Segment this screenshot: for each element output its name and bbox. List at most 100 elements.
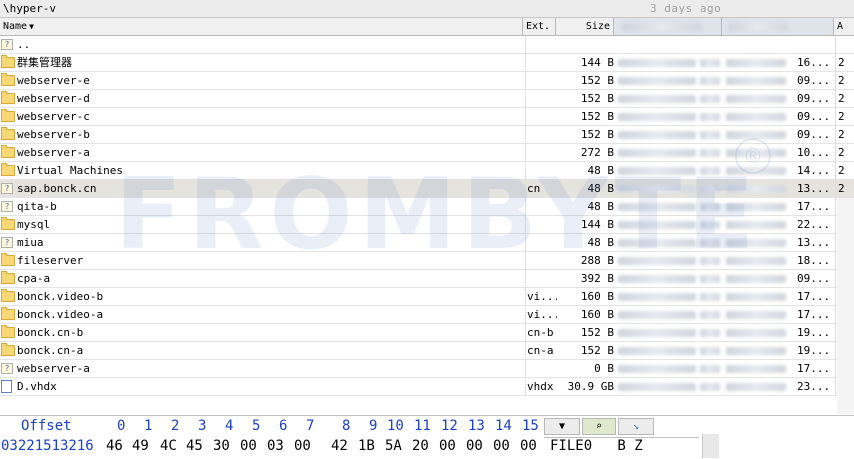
table-row[interactable]: ? qita-b 48 B 17... [0, 198, 854, 216]
jump-arrow-icon[interactable]: ↘ [618, 418, 654, 435]
file-ext: cn [525, 180, 557, 198]
redacted-date [726, 113, 786, 121]
redacted-date [700, 293, 720, 301]
hex-column-label: 8 [342, 418, 351, 434]
redacted-date [618, 221, 696, 229]
hex-column-label: 3 [198, 418, 207, 434]
redacted-date [618, 59, 696, 67]
table-row[interactable]: bonck.video-a vi... 160 B 17... [0, 306, 854, 324]
table-row[interactable]: webserver-e 152 B 09... 2 [0, 72, 854, 90]
column-modified-header[interactable] [722, 18, 834, 35]
file-size: 30.9 GB [567, 380, 614, 393]
file-ext [525, 90, 557, 108]
file-date-tail: 09... [797, 92, 831, 105]
ascii-view[interactable]: FILE0 B Z [544, 437, 699, 459]
redacted-date [618, 77, 696, 85]
hex-byte[interactable]: 46 [106, 438, 123, 454]
file-list[interactable]: ?.. 群集管理器 144 B 16... 2 webserver-e 152 B 09...… [0, 36, 854, 414]
unknown-folder-icon: ? [1, 237, 13, 248]
redacted-date [618, 293, 696, 301]
file-size: 152 B [580, 92, 614, 105]
table-row[interactable]: bonck.video-b vi... 160 B 17... [0, 288, 854, 306]
column-size-header[interactable]: Size [556, 18, 614, 35]
hex-byte[interactable]: 20 [412, 438, 429, 454]
table-row[interactable]: webserver-c 152 B 09... 2 [0, 108, 854, 126]
table-row[interactable]: ? webserver-a 0 B 17... [0, 360, 854, 378]
file-ext [525, 216, 557, 234]
table-row[interactable]: ? miua 48 B 13... [0, 234, 854, 252]
file-size: 48 B [587, 182, 615, 195]
folder-icon [1, 163, 15, 176]
table-row[interactable]: D.vhdx vhdx 30.9 GB 23... [0, 378, 854, 396]
table-row[interactable]: Virtual Machines 48 B 14... 2 [0, 162, 854, 180]
hex-byte[interactable]: 30 [213, 438, 230, 454]
file-name: webserver-e [17, 74, 90, 87]
file-size: 48 B [587, 200, 615, 213]
file-ext [525, 36, 557, 54]
redacted-date [618, 131, 696, 139]
file-size: 48 B [587, 236, 615, 249]
hex-byte[interactable]: 00 [493, 438, 510, 454]
table-row[interactable]: cpa-a 392 B 09... [0, 270, 854, 288]
file-ext [525, 126, 557, 144]
table-row[interactable]: webserver-a 272 B 10... 2 [0, 144, 854, 162]
file-date-tail: 09... [797, 128, 831, 141]
hex-byte[interactable]: 00 [240, 438, 257, 454]
hex-toolbar: ▼ ⌕ ↘ [544, 418, 654, 436]
redacted-date [726, 329, 786, 337]
redacted-date [700, 239, 720, 247]
column-name-header[interactable]: Name ▼ [0, 18, 523, 35]
file-date-tail: 09... [797, 74, 831, 87]
redacted-date [618, 167, 696, 175]
file-date-tail: 13... [797, 236, 831, 249]
redacted-date [726, 59, 786, 67]
hex-byte[interactable]: 03 [267, 438, 284, 454]
file-attr [835, 36, 854, 54]
hex-byte[interactable]: 00 [439, 438, 456, 454]
redacted-date [726, 221, 786, 229]
table-row[interactable]: ?.. [0, 36, 854, 54]
hex-byte[interactable]: 4C [160, 438, 177, 454]
column-ext-header[interactable]: Ext. [523, 18, 556, 35]
hex-byte[interactable]: 42 [331, 438, 348, 454]
folder-icon [1, 73, 15, 86]
table-row[interactable]: ? sap.bonck.cn cn 48 B 13... 2 [0, 180, 854, 198]
hex-column-label: 12 [441, 418, 458, 434]
file-ext [525, 252, 557, 270]
file-ext [525, 360, 557, 378]
redacted-date [726, 383, 786, 391]
table-row[interactable]: 群集管理器 144 B 16... 2 [0, 54, 854, 72]
table-row[interactable]: bonck.cn-a cn-a 152 B 19... [0, 342, 854, 360]
hex-byte[interactable]: 5A [385, 438, 402, 454]
hex-panel: Offset 0 1 2 3 4 5 6 7 8 9 10 11 12 13 14 15 ▼ ⌕ ↘ 0322… [0, 415, 854, 458]
file-size: 152 B [580, 128, 614, 141]
hex-byte[interactable]: 45 [186, 438, 203, 454]
folder-icon [1, 109, 15, 122]
file-size: 152 B [580, 74, 614, 87]
hex-scrollbar[interactable] [702, 434, 719, 458]
redacted-date [700, 311, 720, 319]
file-date-tail: 17... [797, 308, 831, 321]
hex-byte[interactable]: 00 [294, 438, 311, 454]
hex-byte[interactable]: 49 [132, 438, 149, 454]
hex-byte[interactable]: 00 [466, 438, 483, 454]
redacted-date [726, 203, 786, 211]
table-row[interactable]: fileserver 288 B 18... [0, 252, 854, 270]
hex-column-label: 0 [117, 418, 126, 434]
file-attr: 2 [835, 54, 854, 72]
search-icon[interactable]: ⌕ [582, 418, 616, 435]
redacted-date [700, 113, 720, 121]
dropdown-icon[interactable]: ▼ [544, 418, 580, 435]
hex-byte[interactable]: 1B [358, 438, 375, 454]
table-row[interactable]: webserver-d 152 B 09... 2 [0, 90, 854, 108]
folder-icon [1, 271, 15, 284]
column-created-header[interactable] [614, 18, 722, 35]
table-row[interactable]: bonck.cn-b cn-b 152 B 19... [0, 324, 854, 342]
relative-time: 3 days ago [650, 2, 722, 15]
file-name: webserver-b [17, 128, 90, 141]
list-scrollbar[interactable] [837, 198, 854, 414]
table-row[interactable]: mysql 144 B 22... [0, 216, 854, 234]
hex-byte[interactable]: 00 [520, 438, 537, 454]
table-row[interactable]: webserver-b 152 B 09... 2 [0, 126, 854, 144]
column-last-header[interactable]: A [834, 18, 854, 35]
